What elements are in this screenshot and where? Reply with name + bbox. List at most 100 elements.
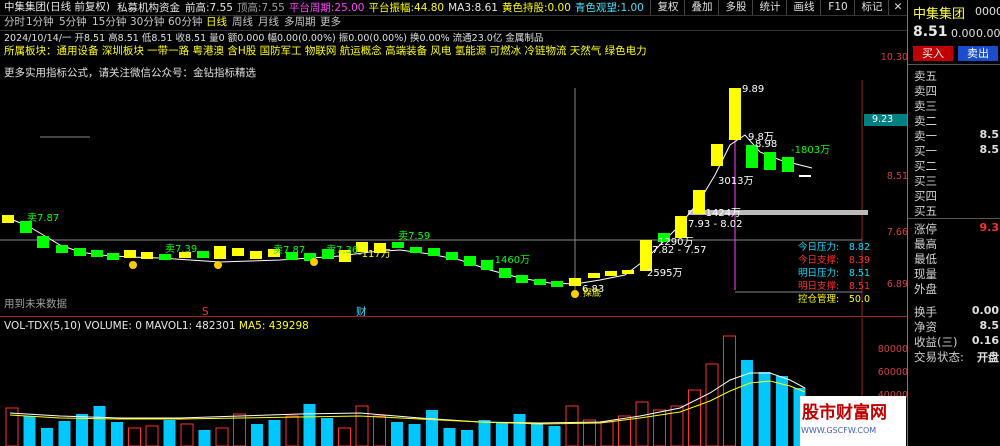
candle [124,250,136,258]
period-tab-3[interactable]: 15分钟 [92,16,126,29]
period-tab-4[interactable]: 30分钟 [130,16,164,29]
indicator-item: 青色观望:1.00 [575,2,644,14]
period-tab-6[interactable]: 日线 [206,16,227,29]
pressure-value: 50.0 [848,294,870,305]
book-label: 卖三 [914,99,937,113]
stat-value: 开盘 [977,351,999,364]
flow-label-2: -117万 [358,249,391,260]
stat-label: 涨停 [914,222,937,236]
indicator-item: 顶高:7.55 [237,2,285,14]
buy-button[interactable]: 买入 [913,46,953,61]
candle [782,157,794,172]
price-tick: 10.30 [880,52,908,63]
candle [464,256,476,266]
toolbar-button-4[interactable]: 画线 [786,0,821,15]
candle [551,281,563,287]
candle [37,236,49,248]
flow-label-5: 3013万 [718,176,753,187]
volume-bar [251,424,263,446]
candle [516,275,528,283]
volume-bar [443,428,456,446]
stock-code: 00003 [975,5,1000,18]
volume-bar [496,422,508,446]
book-value: 8.5 [979,128,1000,141]
period-tab-2[interactable]: 5分钟 [59,16,87,29]
toolbar-button-3[interactable]: 统计 [752,0,787,15]
stat-label: 最高 [914,237,937,251]
period-tab-8[interactable]: 月线 [258,16,279,29]
candle [250,251,262,259]
candle [214,246,226,259]
pressure-label: 明日支撑: [798,281,840,292]
price-chart[interactable]: 卖7.87 卖7.39 卖7.87 卖7.36 卖7.59 -1460万 -11… [0,80,907,316]
period-tab-9[interactable]: 多周期 [284,16,316,29]
toolbar-button-0[interactable]: 复权 [650,0,685,15]
indicator-item-label: 平台振幅: [368,2,415,14]
period-tab-5[interactable]: 60分钟 [168,16,202,29]
sell-label-3: 卖7.87 [273,244,305,256]
change: 0.00 [951,27,976,40]
pressure-value: 8.39 [848,255,870,266]
close-icon[interactable]: ✕ [888,0,907,15]
book-label: 卖五 [914,69,937,83]
volume-chart[interactable] [0,318,907,446]
stat-value: 9.3 [979,221,1000,234]
candle [197,251,209,258]
candle [107,253,119,260]
change-pct: 0.00% [976,27,1000,40]
indicator-item-label: 前高: [185,2,210,14]
indicator-item: 平台周期:25.00 [289,2,365,14]
period-tab-10[interactable]: 更多 [320,16,341,29]
pressure-label: 今日支撑: [798,255,840,266]
signal-dot [310,258,318,266]
sell-label-2: 卖7.39 [165,243,197,255]
candle [799,175,811,177]
volume-bar [303,404,316,446]
indicator-line: 私募机构资金 [117,2,180,14]
price-tick: 7.66 [886,227,908,238]
vol-ma-line [9,372,806,424]
book-value: 8.5 [979,143,1000,156]
candle [605,271,617,276]
peak-label: 9.89 [742,84,764,95]
toolbar-button-6[interactable]: 标记 [854,0,889,15]
flow-label-8: 2595万 [647,268,682,279]
last-price: 8.51 [913,24,948,40]
pressure-label: 控仓管理: [798,294,840,305]
toolbar-button-2[interactable]: 多股 [718,0,753,15]
candle [2,215,14,223]
toolbar-button-5[interactable]: F10 [820,0,855,15]
candle [640,240,652,271]
candle [711,144,723,166]
stat-value: 0.00 [971,304,999,317]
toolbar-button-1[interactable]: 叠加 [684,0,719,15]
vol-tick: 60000 [877,367,908,378]
pressure-value: 8.51 [848,281,870,292]
indicator-item-label: 黄色持股: [501,2,548,14]
book-label: 买三 [914,174,937,188]
indicator-name: 私募机构资金 [117,2,180,14]
stat-label: 交易状态: [914,350,964,364]
candle [446,252,458,260]
watermark-url: WWW.GSCFW.COM [801,426,877,435]
volume-bar [215,427,229,446]
sell-button[interactable]: 卖出 [958,46,998,61]
stat-label: 收益(三) [914,335,958,349]
signal-dot [571,290,579,298]
period-tab-0[interactable]: 分时 [4,16,25,29]
volume-bar [163,420,176,446]
volume-bar [198,430,211,446]
volume-bar [111,422,123,446]
period-tab-1[interactable]: 1分钟 [26,16,54,29]
price-range-1: 7.93 - 8.02 [688,219,743,230]
volume-bar [531,424,543,446]
sector-list: 所属板块：通用设备 深圳板块 一带一路 粤港澳 含H股 国防军工 物联网 航运概… [4,45,647,57]
signal-dot [214,261,222,269]
indicator-item-value: 8.61 [474,2,498,14]
pressure-row: 明日支撑: 8.51 [798,280,870,293]
indicator-item-label: MA3: [448,2,475,14]
pressure-label: 今日压力: [798,242,840,253]
volume-bar [583,419,596,446]
quote-panel: 中集集团 00003 8.51 0.00 0.00% 买入 卖出 卖五卖四卖三卖… [907,0,1000,446]
period-tab-7[interactable]: 周线 [232,16,253,29]
